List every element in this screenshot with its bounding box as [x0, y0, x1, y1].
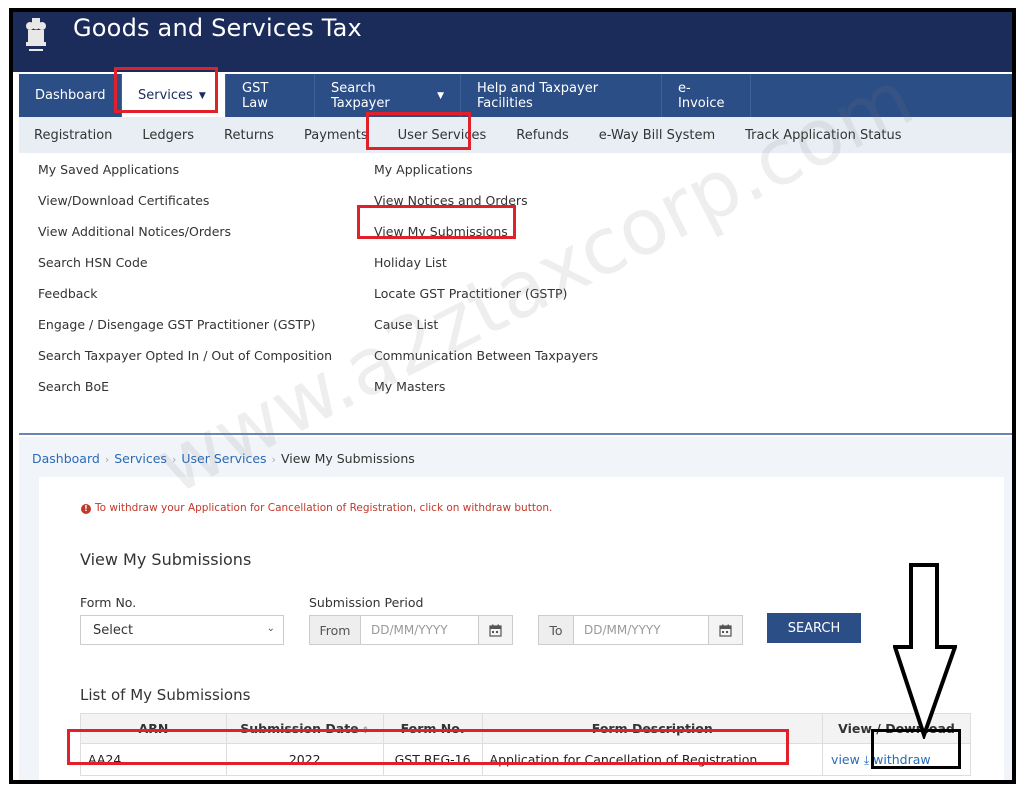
page-content: Dashboard › Services › User Services › View My…	[19, 437, 1012, 780]
breadcrumb-separator-icon: ›	[171, 453, 177, 466]
breadcrumb-services[interactable]: Services	[114, 451, 167, 466]
nav-label: GST Law	[242, 80, 269, 111]
chevron-down-icon: ⌄	[266, 623, 275, 634]
menu-item[interactable]: Feedback	[38, 283, 332, 314]
site-title: Goods and Services Tax	[73, 14, 362, 42]
menu-item[interactable]: My Masters	[374, 376, 598, 407]
subnav-eway-bill-system[interactable]: e-Way Bill System	[584, 117, 730, 153]
breadcrumb-user-services[interactable]: User Services	[181, 451, 266, 466]
screenshot-frame: Goods and Services Tax Dashboard Service…	[9, 8, 1016, 784]
nav-label: e-Invoice	[678, 80, 725, 111]
column-header-arn: ARN	[80, 713, 227, 744]
breadcrumb-separator-icon: ›	[104, 453, 110, 466]
menu-item[interactable]: Search BoE	[38, 376, 332, 407]
search-button[interactable]: SEARCH	[767, 613, 861, 643]
menu-item[interactable]: Cause List	[374, 314, 598, 345]
menu-item[interactable]: My Saved Applications	[38, 159, 332, 190]
national-emblem-icon	[26, 18, 46, 51]
view-link[interactable]: view	[831, 752, 860, 767]
cell-form-no: GST REG-16	[382, 743, 483, 776]
menu-column-left: My Saved Applications View/Download Cert…	[38, 159, 332, 407]
subnav-refunds[interactable]: Refunds	[501, 117, 584, 153]
column-header-form-no: Form No.	[382, 713, 483, 744]
user-services-menu: My Saved Applications View/Download Cert…	[19, 153, 1012, 435]
caret-down-icon: ▼	[198, 90, 206, 101]
nav-dashboard[interactable]: Dashboard	[19, 74, 122, 117]
menu-item[interactable]: Holiday List	[374, 252, 598, 283]
menu-item[interactable]: View Notices and Orders	[374, 190, 598, 221]
subnav-returns[interactable]: Returns	[209, 117, 289, 153]
calendar-icon[interactable]	[479, 615, 513, 645]
table-row: AA24 2022 GST REG-16 Application for Can…	[80, 743, 971, 776]
menu-item[interactable]: View/Download Certificates	[38, 190, 332, 221]
services-sub-nav: Registration Ledgers Returns Payments Us…	[19, 117, 1012, 153]
column-header-label: Submission Date	[240, 721, 359, 736]
column-header-form-description: Form Description	[481, 713, 824, 744]
to-addon: To	[538, 615, 574, 645]
calendar-icon[interactable]	[709, 615, 743, 645]
nav-e-invoice[interactable]: e-Invoice	[662, 74, 751, 117]
main-nav: Dashboard Services ▼ GST Law Search Taxpa…	[19, 74, 1012, 117]
nav-label: Dashboard	[35, 88, 106, 103]
nav-label: Help and Taxpayer Facilities	[477, 80, 599, 111]
subnav-track-application-status[interactable]: Track Application Status	[730, 117, 916, 153]
nav-search-taxpayer[interactable]: Search Taxpayer ▼	[315, 74, 461, 117]
nav-services[interactable]: Services ▼	[122, 74, 226, 117]
form-no-select[interactable]: Select ⌄	[80, 615, 284, 645]
info-message-text: To withdraw your Application for Cancell…	[95, 502, 553, 514]
site-header: Goods and Services Tax	[13, 12, 1012, 72]
table-header-row: ARN Submission Date ⇕ Form No. Form Descr…	[80, 713, 971, 744]
calendar-glyph	[719, 624, 732, 637]
menu-item[interactable]: View Additional Notices/Orders	[38, 221, 332, 252]
subnav-ledgers[interactable]: Ledgers	[127, 117, 209, 153]
submissions-panel: ! To withdraw your Application for Cancel…	[39, 477, 1004, 780]
breadcrumb-dashboard[interactable]: Dashboard	[32, 451, 100, 466]
nav-gst-law[interactable]: GST Law	[226, 74, 315, 117]
nav-help-taxpayer-facilities[interactable]: Help and Taxpayer Facilities	[461, 74, 662, 117]
submission-period-label: Submission Period	[309, 595, 424, 610]
column-header-submission-date[interactable]: Submission Date ⇕	[225, 713, 384, 744]
withdraw-link[interactable]: withdraw	[873, 752, 930, 767]
cell-form-description: Application for Cancellation of Registra…	[481, 743, 824, 776]
info-message: ! To withdraw your Application for Cancel…	[81, 502, 552, 514]
cell-actions: view ⤓ withdraw	[822, 743, 971, 776]
submissions-table: ARN Submission Date ⇕ Form No. Form Descr…	[80, 713, 971, 776]
menu-item[interactable]: Engage / Disengage GST Practitioner (GST…	[38, 314, 332, 345]
menu-item[interactable]: Search HSN Code	[38, 252, 332, 283]
from-addon: From	[309, 615, 361, 645]
calendar-glyph	[489, 624, 502, 637]
menu-item[interactable]: Communication Between Taxpayers	[374, 345, 598, 376]
breadcrumb: Dashboard › Services › User Services › View My…	[32, 451, 415, 466]
caret-down-icon: ▼	[437, 90, 444, 101]
form-no-selected-value: Select	[93, 622, 134, 638]
page-title: View My Submissions	[80, 550, 252, 569]
list-title: List of My Submissions	[80, 686, 251, 704]
menu-item[interactable]: My Applications	[374, 159, 598, 190]
column-header-view-download: View / Download	[822, 713, 971, 744]
subnav-user-services[interactable]: User Services	[383, 117, 502, 153]
menu-item[interactable]: Search Taxpayer Opted In / Out of Compos…	[38, 345, 332, 376]
cell-arn: AA24	[80, 743, 227, 776]
from-date-input[interactable]: DD/MM/YYYY	[361, 615, 479, 645]
breadcrumb-separator-icon: ›	[271, 453, 276, 466]
menu-item[interactable]: Locate GST Practitioner (GSTP)	[374, 283, 598, 314]
sort-icon: ⇕	[361, 726, 370, 736]
breadcrumb-current: View My Submissions	[280, 451, 415, 466]
form-no-label: Form No.	[80, 595, 137, 610]
to-date-input[interactable]: DD/MM/YYYY	[574, 615, 709, 645]
nav-label: Services	[138, 88, 193, 103]
cell-submission-date: 2022	[225, 743, 384, 776]
menu-item-view-my-submissions[interactable]: View My Submissions	[374, 221, 598, 252]
alert-icon: !	[81, 504, 91, 514]
subnav-registration[interactable]: Registration	[19, 117, 127, 153]
download-icon[interactable]: ⤓	[864, 753, 869, 767]
nav-label: Search Taxpayer	[331, 80, 390, 111]
subnav-payments[interactable]: Payments	[289, 117, 383, 153]
menu-column-right: My Applications View Notices and Orders …	[374, 159, 598, 407]
